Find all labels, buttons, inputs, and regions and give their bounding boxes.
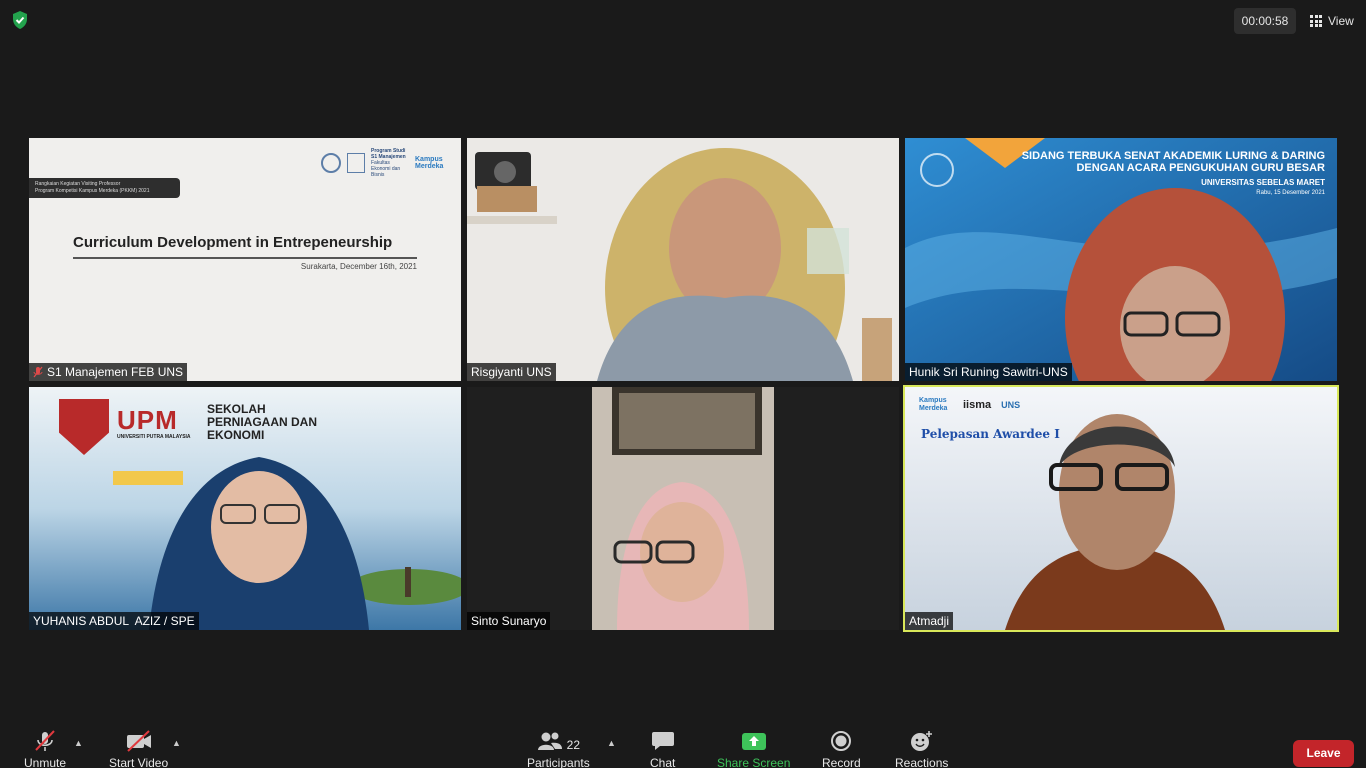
unmute-button[interactable]: Unmute (24, 730, 66, 768)
participant-name: Atmadji (909, 614, 950, 628)
video-tile-s1-manajemen[interactable]: Program Studi S1 Manajemen Fakultas Ekono… (29, 138, 461, 381)
iisma-logo: iisma (963, 399, 992, 411)
unmute-label: Unmute (24, 756, 67, 768)
view-button[interactable]: View (1304, 8, 1360, 34)
share-screen-label: Share Screen (717, 756, 791, 768)
participants-count: 22 (566, 738, 581, 752)
kampus-merdeka-logo: Kampus Merdeka (919, 397, 948, 412)
participants-options-caret-icon[interactable]: ▲ (607, 738, 616, 748)
sponsor-logos: Kampus Merdeka iisma UNS (919, 397, 1020, 413)
participant-name: YUHANIS ABDUL AZIZ / SPE (33, 614, 195, 628)
upm-logo-subtitle: UNIVERSITI PUTRA MALAYSIA (117, 434, 191, 440)
reactions-button[interactable]: Reactions (895, 730, 948, 768)
record-button[interactable]: Record (822, 730, 861, 768)
muted-microphone-icon (35, 730, 55, 751)
participant-name-tag: Sinto Sunaryo (467, 612, 551, 630)
event-subtitle: UNIVERSITAS SEBELAS MARET Rabu, 15 Desem… (1201, 178, 1325, 196)
program-studi-logo-text: Program Studi S1 Manajemen Fakultas Ekono… (371, 148, 406, 178)
kampus-merdeka-logo: Kampus Merdeka (415, 156, 444, 170)
participant-name: Risgiyanti UNS (471, 365, 552, 379)
slide-date: Surakarta, December 16th, 2021 (300, 262, 417, 271)
leave-button[interactable]: Leave (1293, 740, 1354, 767)
participants-label: Participants (527, 756, 590, 768)
video-tile-yuhanis[interactable]: UPM UNIVERSITI PUTRA MALAYSIA SEKOLAH PE… (29, 387, 461, 630)
feb-logo (347, 153, 365, 173)
slide-badge: Rangkaian Kegiatan Visiting Professor Pr… (29, 178, 180, 198)
video-tile-sinto[interactable]: Sinto Sunaryo (467, 387, 899, 630)
participant-name-tag: Hunik Sri Runing Sawitri-UNS (905, 363, 1072, 381)
security-shield-icon[interactable] (10, 10, 30, 30)
video-options-caret-icon[interactable]: ▲ (172, 738, 181, 748)
muted-mic-icon (33, 366, 43, 378)
chat-label: Chat (650, 756, 676, 768)
participant-video (905, 138, 1337, 381)
meeting-toolbar: Unmute ▲ Start Video ▲ 22 Participants ▲ (0, 712, 1366, 768)
video-tile-hunik[interactable]: SIDANG TERBUKA SENAT AKADEMIK LURING & D… (905, 138, 1337, 381)
video-tile-atmadji[interactable]: Kampus Merdeka iisma UNS Pelepasan Award… (903, 385, 1339, 632)
video-off-icon (126, 730, 151, 752)
participant-name-tag: YUHANIS ABDUL AZIZ / SPE (29, 612, 199, 630)
gallery-grid-icon (1310, 15, 1322, 27)
participant-name: Hunik Sri Runing Sawitri-UNS (909, 365, 1068, 379)
participants-button[interactable]: 22 Participants (527, 730, 590, 768)
chat-bubble-icon (651, 732, 674, 750)
participants-icon (537, 732, 562, 750)
participant-name-tag: Risgiyanti UNS (467, 363, 556, 381)
participant-video (905, 387, 1337, 630)
participant-name-tag: S1 Manajemen FEB UNS (29, 363, 188, 381)
share-screen-button[interactable]: Share Screen (717, 730, 790, 768)
school-name: SEKOLAH PERNIAGAAN DAN EKONOMI (207, 402, 318, 442)
start-video-label: Start Video (109, 756, 169, 768)
reactions-label: Reactions (895, 756, 949, 768)
participant-video (467, 387, 899, 630)
participant-name: Sinto Sunaryo (471, 614, 547, 628)
participant-name: S1 Manajemen FEB UNS (47, 365, 184, 379)
slide-title: Curriculum Development in Entrepeneurshi… (73, 234, 393, 251)
share-screen-icon (741, 733, 766, 750)
uns-logo (321, 153, 341, 173)
event-title: SIDANG TERBUKA SENAT AKADEMIK LURING & D… (1021, 150, 1325, 174)
participant-video (467, 138, 899, 381)
chat-button[interactable]: Chat (650, 730, 675, 768)
record-label: Record (822, 756, 861, 768)
participant-name-tag: Atmadji (905, 612, 954, 630)
slide-logos: Program Studi S1 Manajemen Fakultas Ekono… (321, 148, 449, 178)
view-label: View (1328, 14, 1354, 28)
audio-options-caret-icon[interactable]: ▲ (74, 738, 83, 748)
reactions-smiley-icon (910, 731, 932, 751)
record-icon (831, 731, 852, 751)
start-video-button[interactable]: Start Video (109, 730, 168, 768)
upm-logo-text: UPM (117, 405, 178, 435)
uns-logo: UNS (1001, 400, 1021, 410)
meeting-timer: 00:00:58 (1234, 8, 1296, 34)
video-tile-risgiyanti[interactable]: Risgiyanti UNS (467, 138, 899, 381)
event-title: Pelepasan Awardee I (921, 427, 1060, 441)
slide-divider (73, 257, 417, 259)
